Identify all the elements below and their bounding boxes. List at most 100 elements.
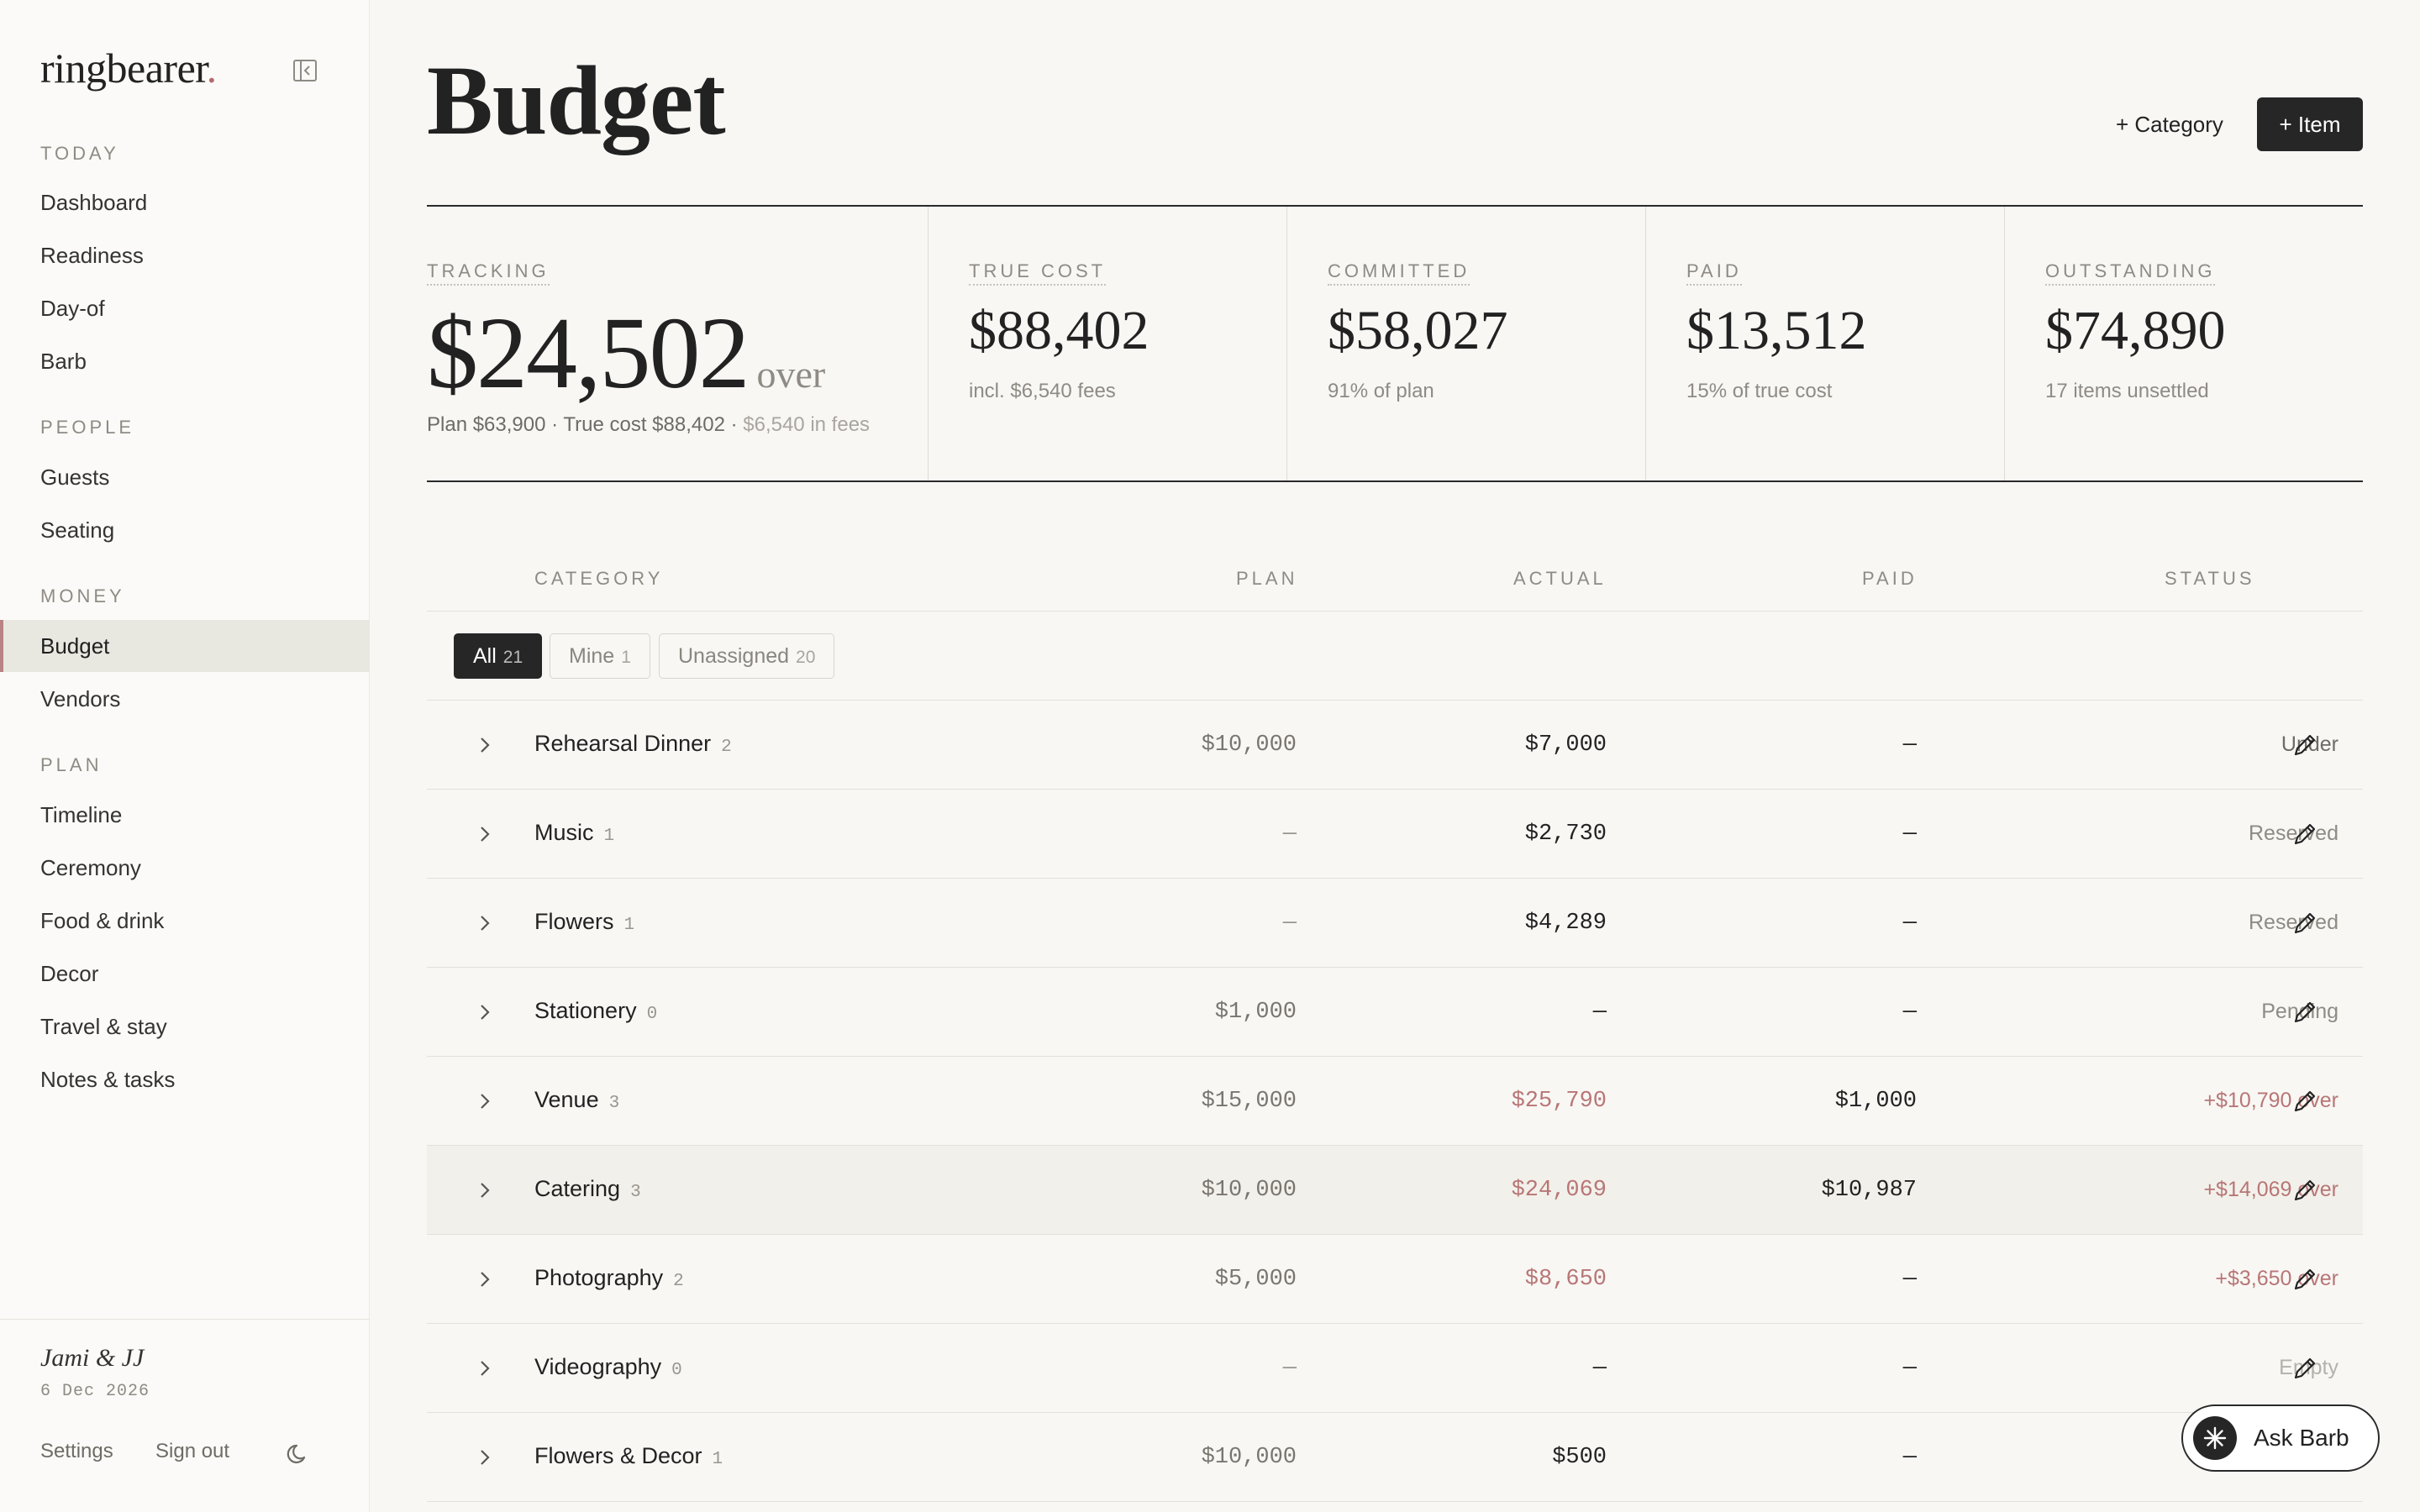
row-item-count: 1 (623, 916, 635, 935)
nav-section-today: TODAY (40, 143, 119, 164)
column-status[interactable]: STATUS (2165, 568, 2255, 590)
chevron-right-icon[interactable] (472, 1267, 497, 1292)
settings-link[interactable]: Settings (40, 1440, 113, 1463)
pencil-icon[interactable] (2291, 998, 2319, 1026)
stat-committed-value: $58,027 (1328, 300, 1508, 361)
row-paid: $1,000 (1834, 1089, 1917, 1114)
table-row[interactable]: Venue 3 $15,000 $25,790 $1,000 +$10,790 o… (427, 1057, 2363, 1146)
sparkle-icon (2193, 1416, 2237, 1460)
filter-mine-count: 1 (621, 648, 631, 667)
sidebar-item-dashboard[interactable]: Dashboard (0, 176, 370, 228)
add-item-button[interactable]: + Item (2257, 97, 2363, 151)
sidebar-item-notes-tasks[interactable]: Notes & tasks (0, 1053, 370, 1105)
stat-outstanding-sub: 17 items unsettled (2045, 380, 2209, 402)
stat-paid-value: $13,512 (1686, 300, 1867, 361)
sidebar-item-guests[interactable]: Guests (0, 451, 370, 503)
chevron-right-icon[interactable] (472, 1178, 497, 1203)
stat-paid: PAID $13,512 15% of true cost (1645, 207, 2004, 480)
table-row[interactable]: Stationery 0 $1,000 — — Pending (427, 968, 2363, 1057)
sign-out-link[interactable]: Sign out (155, 1440, 229, 1463)
stat-outstanding: OUTSTANDING $74,890 17 items unsettled (2004, 207, 2363, 480)
row-plan: $10,000 (1201, 1445, 1297, 1470)
chevron-right-icon[interactable] (472, 911, 497, 936)
sidebar-collapse-icon[interactable] (292, 59, 318, 82)
add-category-button[interactable]: + Category (2099, 97, 2240, 151)
table-row[interactable]: Music 1 — $2,730 — Reserved (427, 790, 2363, 879)
nav-section-plan: PLAN (40, 754, 103, 775)
row-paid: — (1902, 732, 1917, 758)
pencil-icon[interactable] (2291, 731, 2319, 759)
sidebar-item-food-drink[interactable]: Food & drink (0, 895, 370, 947)
pencil-icon[interactable] (2291, 1176, 2319, 1205)
app-logo[interactable]: ringbearer. (40, 44, 217, 92)
couple-name: Jami & JJ (40, 1344, 145, 1372)
table-row[interactable]: Catering 3 $10,000 $24,069 $10,987 +$14,0… (427, 1146, 2363, 1235)
row-plan: $10,000 (1201, 732, 1297, 758)
stat-tracking-sub-main: Plan $63,900 · True cost $88,402 · (427, 413, 738, 436)
row-name: Photography (534, 1265, 664, 1290)
filter-mine[interactable]: Mine 1 (550, 633, 650, 679)
stat-outstanding-label: OUTSTANDING (2045, 260, 2216, 286)
table-row[interactable]: Flowers 1 — $4,289 — Reserved (427, 879, 2363, 968)
row-plan: — (1282, 911, 1297, 936)
sidebar-item-seating[interactable]: Seating (0, 504, 370, 556)
filter-all-count: 21 (502, 648, 523, 667)
chevron-right-icon[interactable] (472, 1445, 497, 1470)
row-item-count: 0 (646, 1005, 658, 1024)
sidebar-item-vendors[interactable]: Vendors (0, 673, 370, 725)
column-paid[interactable]: PAID (1862, 568, 1918, 590)
table-header: CATEGORY PLAN ACTUAL PAID STATUS (427, 546, 2363, 612)
table-row[interactable]: Flowers & Decor 1 $10,000 $500 — (427, 1413, 2363, 1502)
row-paid: — (1902, 1267, 1917, 1292)
row-paid: — (1902, 1445, 1917, 1470)
pencil-icon[interactable] (2291, 1354, 2319, 1383)
sidebar-item-barb[interactable]: Barb (0, 335, 370, 387)
table-row[interactable]: Rehearsal Dinner 2 $10,000 $7,000 — Under (427, 701, 2363, 790)
chevron-right-icon[interactable] (472, 1356, 497, 1381)
filter-all[interactable]: All 21 (454, 633, 543, 679)
sidebar-item-day-of[interactable]: Day-of (0, 282, 370, 334)
filter-bar: All 21 Mine 1 Unassigned 20 (427, 612, 2363, 701)
column-actual[interactable]: ACTUAL (1513, 568, 1607, 590)
table-row[interactable]: Photography 2 $5,000 $8,650 — +$3,650 ove… (427, 1235, 2363, 1324)
column-plan[interactable]: PLAN (1236, 568, 1297, 590)
sidebar-item-decor[interactable]: Decor (0, 948, 370, 1000)
sidebar-item-timeline[interactable]: Timeline (0, 789, 370, 841)
pencil-icon[interactable] (2291, 1265, 2319, 1294)
sidebar-item-travel-stay[interactable]: Travel & stay (0, 1000, 370, 1053)
row-category-name: Venue 3 (534, 1087, 619, 1113)
chevron-right-icon[interactable] (472, 822, 497, 847)
sidebar-item-readiness[interactable]: Readiness (0, 229, 370, 281)
row-name: Venue (534, 1087, 599, 1112)
chevron-right-icon[interactable] (472, 732, 497, 758)
stat-true-cost-value: $88,402 (969, 300, 1150, 361)
row-item-count: 1 (603, 827, 615, 846)
stat-tracking-suffix: over (756, 353, 826, 396)
pencil-icon[interactable] (2291, 820, 2319, 848)
row-plan: $15,000 (1201, 1089, 1297, 1114)
row-category-name: Flowers 1 (534, 909, 634, 935)
row-paid: — (1902, 911, 1917, 936)
pencil-icon[interactable] (2291, 1087, 2319, 1116)
row-category-name: Flowers & Decor 1 (534, 1443, 723, 1469)
sidebar-item-ceremony[interactable]: Ceremony (0, 842, 370, 894)
filter-unassigned[interactable]: Unassigned 20 (659, 633, 835, 679)
app-name: ringbearer (40, 45, 207, 92)
stat-committed-label: COMMITTED (1328, 260, 1470, 286)
table-row[interactable]: Videography 0 — — — Empty (427, 1324, 2363, 1413)
chevron-right-icon[interactable] (472, 1000, 497, 1025)
chevron-right-icon[interactable] (472, 1089, 497, 1114)
ask-barb-button[interactable]: Ask Barb (2181, 1404, 2380, 1472)
moon-icon[interactable] (286, 1441, 311, 1467)
row-name: Videography (534, 1354, 662, 1379)
column-category[interactable]: CATEGORY (534, 568, 663, 590)
row-item-count: 3 (608, 1094, 620, 1113)
sidebar-item-budget[interactable]: Budget (0, 620, 370, 672)
wedding-date: 6 Dec 2026 (40, 1382, 150, 1401)
stat-true-cost-sub: incl. $6,540 fees (969, 380, 1116, 402)
row-plan: $5,000 (1214, 1267, 1297, 1292)
pencil-icon[interactable] (2291, 909, 2319, 937)
sidebar-footer-divider (0, 1319, 370, 1320)
stat-outstanding-value: $74,890 (2045, 300, 2226, 361)
row-name: Music (534, 820, 594, 845)
